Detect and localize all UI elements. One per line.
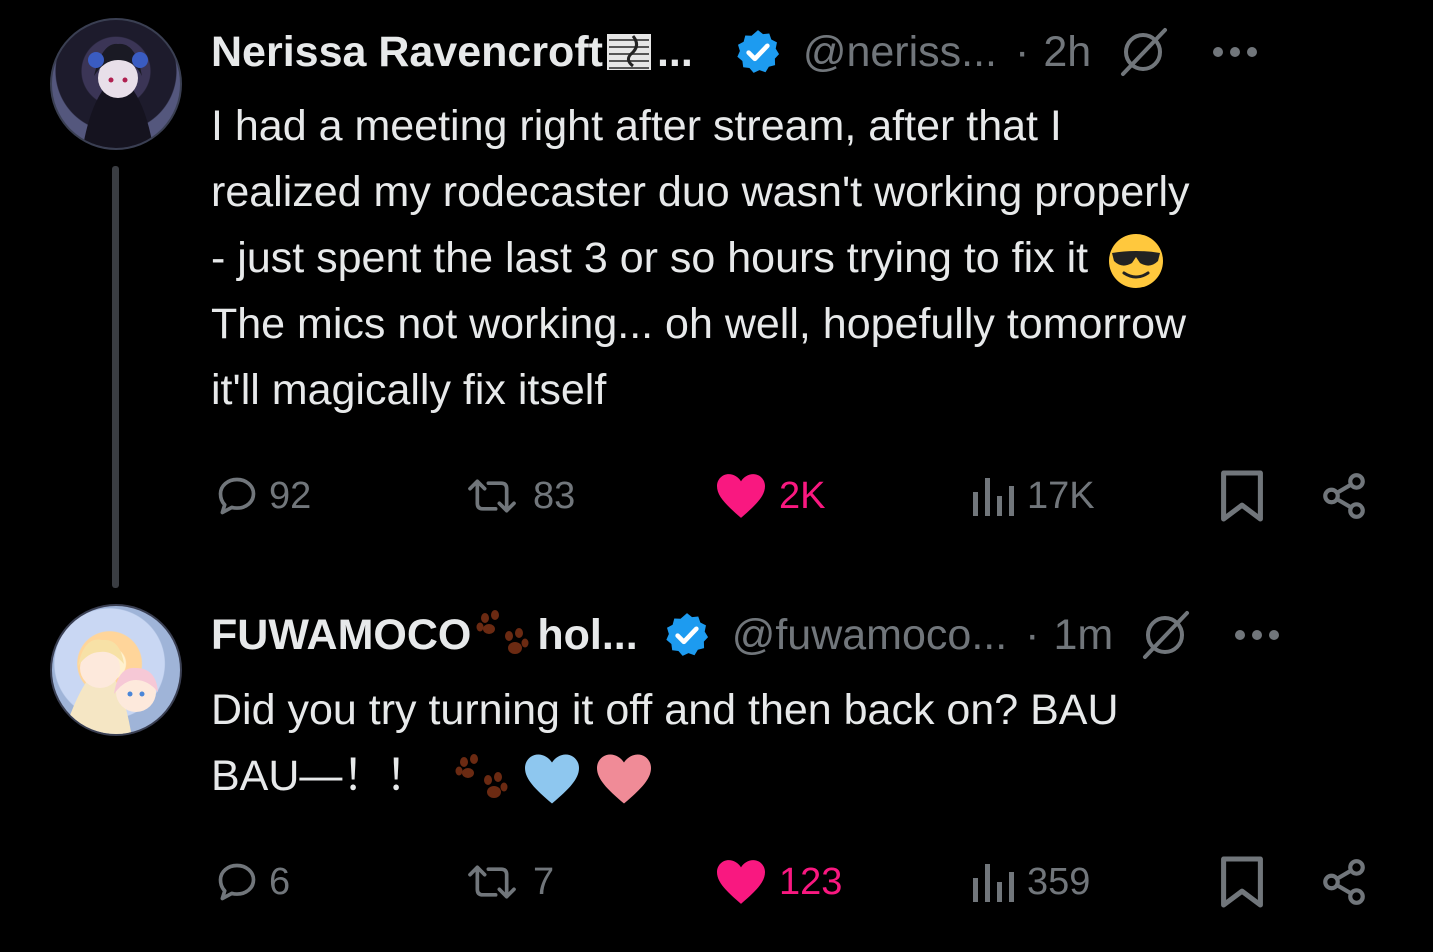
like-count: 123 [779, 860, 843, 903]
repost-icon [468, 865, 516, 899]
reply-icon [218, 863, 256, 901]
repost-button[interactable]: 7 [461, 852, 554, 912]
pink-heart-emoji [597, 754, 652, 804]
action-bar: 6 7 123 359 [211, 852, 1381, 912]
display-name[interactable]: FUWAMOCO [211, 611, 471, 660]
share-button[interactable] [1319, 852, 1379, 912]
blue-heart-emoji [525, 754, 580, 804]
bookmark-icon [1221, 470, 1263, 522]
view-count: 17K [1027, 474, 1095, 517]
tweet-text-line: - just spent the last 3 or so hours tryi… [211, 234, 1089, 282]
tweet-header: Nerissa Ravencroft ... @neriss... · 2h [211, 22, 1259, 82]
tweet-text-line: BAU—！！ [211, 752, 429, 800]
views-icon [973, 864, 1014, 902]
tweet-text: I had a meeting right after stream, afte… [211, 93, 1381, 423]
separator-dot: · [1025, 610, 1040, 659]
tweet-text-line: The mics not working... oh well, hopeful… [211, 300, 1187, 348]
thread-line [112, 166, 119, 588]
reply-count: 6 [269, 860, 291, 903]
name-suffix[interactable]: hol... [537, 611, 637, 660]
user-handle[interactable]: @fuwamoco... [732, 611, 1007, 660]
like-button[interactable]: 2K [713, 466, 825, 526]
bookmark-button[interactable] [1219, 466, 1275, 526]
views-button[interactable]: 17K [967, 466, 1095, 526]
tweet-text: Did you try turning it off and then back… [211, 677, 1381, 809]
view-count: 359 [1027, 860, 1091, 903]
avatar[interactable] [50, 18, 182, 150]
bookmark-button[interactable] [1219, 852, 1275, 912]
views-button[interactable]: 359 [967, 852, 1090, 912]
reply-icon [218, 477, 256, 515]
name-truncation: ... [656, 27, 693, 76]
user-handle[interactable]: @neriss... [803, 28, 997, 77]
repost-icon [468, 479, 516, 513]
heart-filled-icon [717, 860, 765, 904]
repost-button[interactable]: 83 [461, 466, 575, 526]
repost-count: 7 [533, 860, 555, 903]
reply-count: 92 [269, 474, 312, 517]
share-icon [1323, 859, 1365, 905]
verified-badge-icon[interactable] [662, 610, 712, 660]
action-bar: 92 83 2K 17K [211, 466, 1381, 526]
tweet-text-line: Did you try turning it off and then back… [211, 686, 1119, 734]
music-score-emoji [606, 34, 651, 70]
timestamp[interactable]: 1m [1053, 611, 1113, 660]
repost-count: 83 [533, 474, 576, 517]
grok-icon[interactable] [1137, 607, 1193, 663]
separator-dot: · [1015, 27, 1030, 76]
display-name[interactable]: Nerissa Ravencroft [211, 28, 603, 77]
tweet-text-line-with-emoji: BAU—！！ [211, 743, 1381, 809]
verified-badge-icon[interactable] [733, 27, 783, 77]
tweet-text-line: it'll magically fix itself [211, 366, 607, 414]
tweet-text-line: realized my rodecaster duo wasn't workin… [211, 168, 1190, 216]
reply-button[interactable]: 6 [215, 852, 290, 912]
like-button[interactable]: 123 [713, 852, 842, 912]
heart-filled-icon [717, 474, 765, 518]
share-button[interactable] [1319, 466, 1379, 526]
share-icon [1323, 473, 1365, 519]
paw-prints-emoji [455, 753, 508, 798]
tweet-text-line-with-emoji: - just spent the last 3 or so hours tryi… [211, 225, 1381, 291]
grok-icon[interactable] [1115, 24, 1171, 80]
bookmark-icon [1221, 856, 1263, 908]
more-options-icon[interactable] [1233, 628, 1281, 642]
paw-prints-emoji [476, 610, 529, 654]
timestamp[interactable]: 2h [1043, 28, 1091, 77]
tweet-header: FUWAMOCO hol... @fuwamoco... · 1m [211, 605, 1281, 665]
more-options-icon[interactable] [1211, 45, 1259, 59]
reply-button[interactable]: 92 [215, 466, 311, 526]
like-count: 2K [779, 474, 826, 517]
views-icon [973, 478, 1014, 516]
sunglasses-face-emoji [1109, 233, 1164, 288]
avatar[interactable] [50, 604, 182, 736]
tweet-text-line: I had a meeting right after stream, afte… [211, 102, 1062, 150]
